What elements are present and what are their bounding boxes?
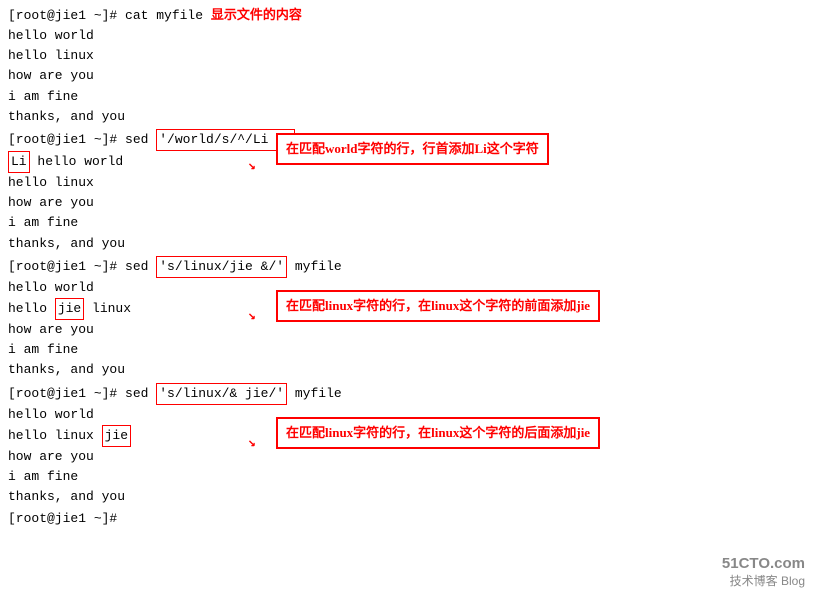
cmd-line-4: [root@jie1 ~]# sed 's/linux/& jie/' myfi… — [8, 383, 807, 405]
prompt-4: [root@jie1 ~]# sed — [8, 384, 156, 404]
block4-section: [root@jie1 ~]# sed 's/linux/& jie/' myfi… — [8, 383, 807, 508]
arrow-3: ↘ — [248, 306, 256, 326]
terminal-area: [root@jie1 ~]# cat myfile 显示文件的内容 hello … — [0, 0, 815, 536]
output-line-4e: thanks, and you — [8, 487, 807, 507]
annotation-box-3: 在匹配linux字符的行，在linux这个字符的前面添加jie — [276, 290, 600, 322]
output-line-2c: how are you — [8, 193, 807, 213]
annotation-inline-1: 显示文件的内容 — [211, 6, 302, 26]
file-line-1a: hello world — [8, 26, 807, 46]
output-line-2e: thanks, and you — [8, 234, 807, 254]
arrow-2: ↘ — [248, 156, 256, 176]
file-line-1e: thanks, and you — [8, 107, 807, 127]
output-line-3c: how are you — [8, 320, 807, 340]
block3-section: [root@jie1 ~]# sed 's/linux/jie &/' myfi… — [8, 256, 807, 381]
file-line-1c: how are you — [8, 66, 807, 86]
arrow-4: ↘ — [248, 433, 256, 453]
file-line-1d: i am fine — [8, 87, 807, 107]
li-prefix-box: Li — [8, 151, 30, 173]
command-box-4: 's/linux/& jie/' — [156, 383, 287, 405]
output-line-3d: i am fine — [8, 340, 807, 360]
output-line-4d: i am fine — [8, 467, 807, 487]
cmd-line-3: [root@jie1 ~]# sed 's/linux/jie &/' myfi… — [8, 256, 807, 278]
cmd-line-1: [root@jie1 ~]# cat myfile 显示文件的内容 — [8, 6, 807, 26]
output-line-4c: how are you — [8, 447, 807, 467]
cmd-suffix-4: myfile — [287, 384, 342, 404]
prompt-2: [root@jie1 ~]# sed — [8, 130, 156, 150]
output-line-2d: i am fine — [8, 213, 807, 233]
jie-prefix-box: jie — [55, 298, 84, 320]
output-line-2b: hello linux — [8, 173, 807, 193]
block1-section: [root@jie1 ~]# cat myfile 显示文件的内容 hello … — [8, 6, 807, 127]
file-line-1b: hello linux — [8, 46, 807, 66]
cmd-suffix-3: myfile — [287, 257, 342, 277]
command-box-3: 's/linux/jie &/' — [156, 256, 287, 278]
watermark-line2: 技术博客 Blog — [722, 572, 805, 589]
annotation-box-4: 在匹配linux字符的行，在linux这个字符的后面添加jie — [276, 417, 600, 449]
annotation-box-2: 在匹配world字符的行，行首添加Li这个字符 — [276, 133, 549, 165]
prompt-3: [root@jie1 ~]# sed — [8, 257, 156, 277]
jie-suffix-box: jie — [102, 425, 131, 447]
prompt-1: [root@jie1 ~]# cat myfile — [8, 6, 211, 26]
block2-section: [root@jie1 ~]# sed '/world/s/^/Li /' myf… — [8, 129, 807, 254]
output-line-3e: thanks, and you — [8, 360, 807, 380]
command-box-2: '/world/s/^/Li /' — [156, 129, 295, 151]
watermark: 51CTO.com 技术博客 Blog — [722, 555, 805, 589]
last-prompt-line: [root@jie1 ~]# — [8, 509, 807, 529]
last-prompt: [root@jie1 ~]# — [8, 509, 117, 529]
watermark-line1: 51CTO.com — [722, 555, 805, 572]
